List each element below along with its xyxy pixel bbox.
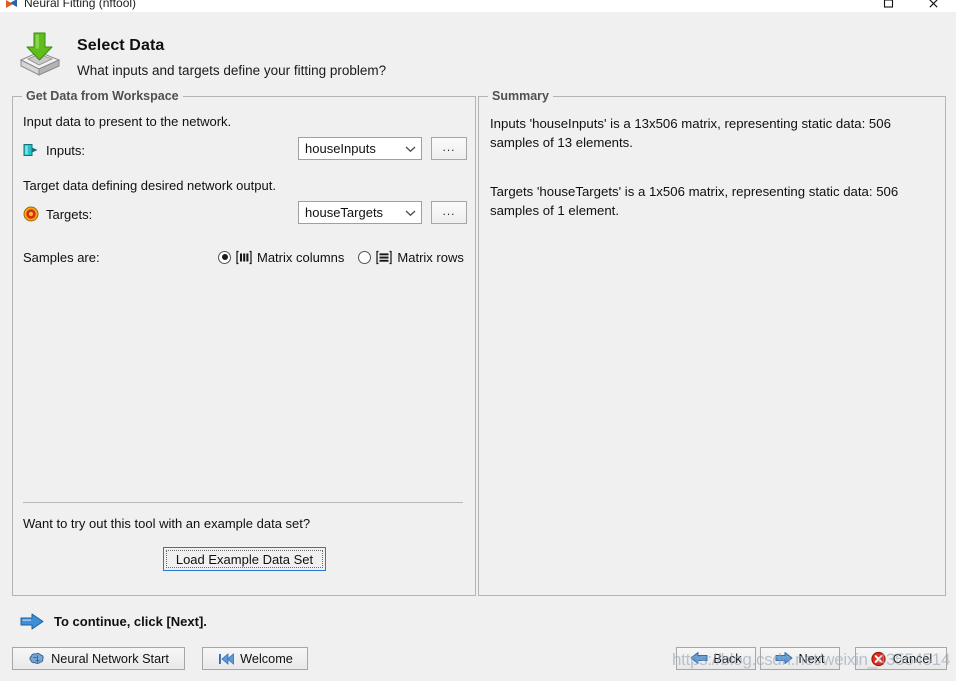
load-example-data-set-label: Load Example Data Set <box>166 550 323 568</box>
continue-hint-text: To continue, click [Next]. <box>54 613 207 629</box>
neural-network-start-button[interactable]: Neural Network Start <box>12 647 185 670</box>
targets-select[interactable]: houseTargets <box>298 201 422 224</box>
radio-matrix-rows[interactable]: Matrix rows <box>358 249 464 265</box>
page-subtitle: What inputs and targets define your fitt… <box>77 63 387 78</box>
targets-row: Targets: <box>23 202 92 226</box>
samples-orientation-radio-group: Matrix columns Matrix rows <box>218 247 478 267</box>
targets-label: Targets: <box>46 206 93 222</box>
matrix-columns-icon <box>236 250 252 265</box>
welcome-label: Welcome <box>240 651 293 666</box>
targets-select-value: houseTargets <box>305 205 384 220</box>
welcome-button[interactable]: Welcome <box>202 647 308 670</box>
radio-matrix-rows-label: Matrix rows <box>397 249 464 265</box>
inputs-browse-button[interactable]: ... <box>431 137 467 160</box>
page-title: Select Data <box>77 37 165 54</box>
samples-are-label: Samples are: <box>23 250 100 265</box>
example-prompt: Want to try out this tool with an exampl… <box>23 516 311 531</box>
get-data-from-workspace-group: Get Data from Workspace Input data to pr… <box>12 89 478 596</box>
load-example-data-set-button[interactable]: Load Example Data Set <box>163 547 326 571</box>
input-port-icon <box>23 142 39 158</box>
summary-group: Summary Inputs 'houseInputs' is a 13x506… <box>478 89 946 596</box>
inputs-select[interactable]: houseInputs <box>298 137 422 160</box>
next-button[interactable]: Next <box>760 647 840 670</box>
continue-hint: To continue, click [Next]. <box>20 610 207 632</box>
summary-group-legend: Summary <box>488 89 553 103</box>
back-label: Back <box>713 651 742 666</box>
get-data-group-legend: Get Data from Workspace <box>22 89 183 103</box>
cancel-button[interactable]: Cancel <box>855 647 947 670</box>
import-data-icon <box>15 30 63 78</box>
matlab-nn-icon <box>5 0 19 10</box>
neural-network-start-label: Neural Network Start <box>51 651 169 666</box>
target-bullseye-icon <box>23 206 39 222</box>
inputs-summary-text: Inputs 'houseInputs' is a 13x506 matrix,… <box>490 116 891 150</box>
inputs-select-value: houseInputs <box>305 141 376 156</box>
inputs-row: Inputs: <box>23 138 85 162</box>
page-header: Select Data What inputs and targets defi… <box>0 11 956 81</box>
inputs-label: Inputs: <box>46 142 86 158</box>
radio-matrix-columns-label: Matrix columns <box>257 249 345 265</box>
back-button[interactable]: Back <box>676 647 756 670</box>
red-cancel-icon <box>870 651 888 667</box>
targets-summary-text: Targets 'houseTargets' is a 1x506 matrix… <box>490 184 899 218</box>
cancel-label: Cancel <box>892 651 933 666</box>
brain-icon <box>28 651 46 667</box>
matrix-rows-icon <box>376 250 393 265</box>
chevron-down-icon <box>399 138 421 159</box>
radio-dot-unselected[interactable] <box>358 250 372 264</box>
next-label: Next <box>798 651 825 666</box>
target-description: Target data defining desired network out… <box>23 178 276 193</box>
radio-dot-selected[interactable] <box>218 250 231 264</box>
blue-right-arrow-icon <box>20 613 44 630</box>
example-section-divider <box>23 502 463 503</box>
targets-browse-button[interactable]: ... <box>431 201 467 224</box>
rewind-icon <box>217 651 235 667</box>
blue-left-arrow-icon <box>690 651 708 667</box>
input-description: Input data to present to the network. <box>23 114 232 129</box>
window-title: Neural Fitting (nftool) <box>24 0 137 10</box>
radio-matrix-columns[interactable]: Matrix columns <box>218 250 344 265</box>
blue-right-arrow-icon <box>775 651 793 667</box>
chevron-down-icon <box>399 202 421 223</box>
